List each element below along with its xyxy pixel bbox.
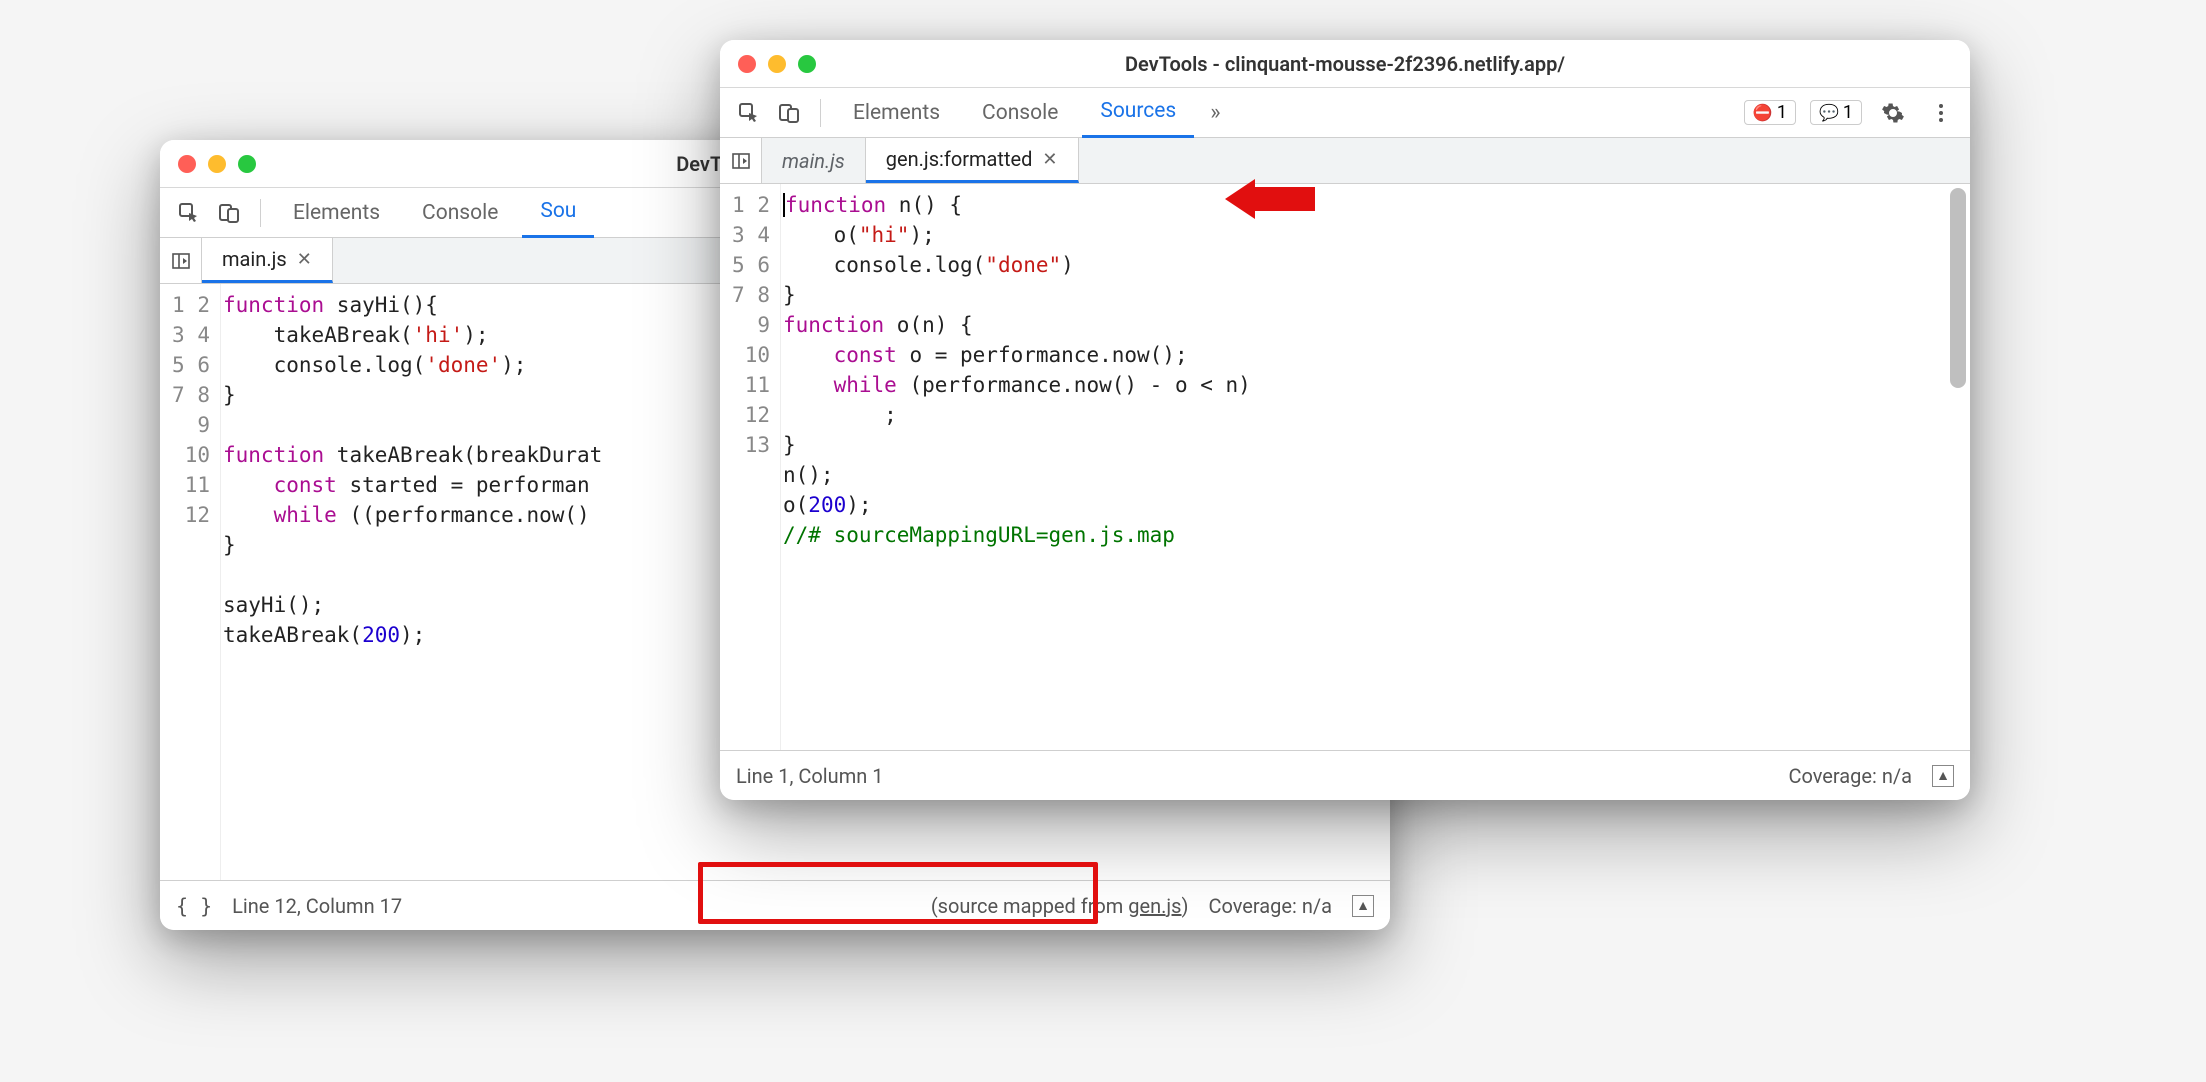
close-window-icon[interactable] [178, 155, 196, 173]
devtools-window-front: DevTools - clinquant-mousse-2f2396.netli… [720, 40, 1970, 800]
minimize-window-icon[interactable] [768, 55, 786, 73]
more-tabs-icon[interactable]: » [1200, 88, 1230, 138]
cursor-position: Line 1, Column 1 [736, 764, 883, 788]
file-tab-main-js[interactable]: main.js [762, 138, 866, 183]
window-controls [178, 155, 256, 173]
drawer-toggle-icon[interactable]: ▲ [1352, 895, 1374, 917]
devtools-toolbar: Elements Console Sources » ⛔ 1 💬 1 [720, 88, 1970, 138]
file-tab-label: main.js [222, 247, 287, 271]
gear-icon[interactable] [1876, 96, 1910, 130]
minimize-window-icon[interactable] [208, 155, 226, 173]
toolbar-separator [260, 199, 261, 227]
tab-elements[interactable]: Elements [275, 188, 398, 238]
device-mode-icon[interactable] [772, 96, 806, 130]
line-gutter: 1 2 3 4 5 6 7 8 9 10 11 12 13 [720, 184, 780, 750]
line-gutter: 1 2 3 4 5 6 7 8 9 10 11 12 [160, 284, 220, 880]
window-title: DevTools - clinquant-mousse-2f2396.netli… [720, 52, 1970, 76]
tab-sources[interactable]: Sources [1082, 88, 1194, 138]
maximize-window-icon[interactable] [238, 155, 256, 173]
device-mode-icon[interactable] [212, 196, 246, 230]
file-tab-label: main.js [782, 149, 845, 173]
issues-icon: 💬 [1819, 103, 1839, 122]
file-tab-label: gen.js:formatted [886, 147, 1033, 171]
close-window-icon[interactable] [738, 55, 756, 73]
error-count: 1 [1777, 102, 1787, 123]
scrollbar-thumb[interactable] [1950, 188, 1966, 388]
maximize-window-icon[interactable] [798, 55, 816, 73]
tab-sources[interactable]: Sou [522, 188, 594, 238]
statusbar: Line 1, Column 1 Coverage: n/a ▲ [720, 750, 1970, 800]
file-tabstrip: main.js gen.js:formatted ✕ [720, 138, 1970, 184]
file-tab-main-js[interactable]: main.js ✕ [202, 238, 333, 283]
coverage-label: Coverage: n/a [1788, 764, 1912, 788]
kebab-menu-icon[interactable] [1924, 96, 1958, 130]
file-tab-gen-js-formatted[interactable]: gen.js:formatted ✕ [866, 138, 1079, 183]
titlebar: DevTools - clinquant-mousse-2f2396.netli… [720, 40, 1970, 88]
source-map-link[interactable]: gen.js [1128, 894, 1181, 918]
code-content[interactable]: function n() { o("hi"); console.log("don… [780, 184, 1970, 750]
tab-elements[interactable]: Elements [835, 88, 958, 138]
error-count-badge[interactable]: ⛔ 1 [1744, 100, 1796, 125]
pretty-print-icon[interactable]: { } [176, 894, 212, 918]
tab-console[interactable]: Console [964, 88, 1076, 138]
issues-count: 1 [1843, 102, 1853, 123]
inspect-icon[interactable] [172, 196, 206, 230]
source-mapped-label: (source mapped from gen.js) [931, 894, 1189, 918]
statusbar: { } Line 12, Column 17 (source mapped fr… [160, 880, 1390, 930]
error-icon: ⛔ [1753, 103, 1773, 122]
window-controls [738, 55, 816, 73]
navigator-toggle-icon[interactable] [160, 238, 202, 283]
tab-console[interactable]: Console [404, 188, 516, 238]
inspect-icon[interactable] [732, 96, 766, 130]
toolbar-separator [820, 99, 821, 127]
cursor-position: Line 12, Column 17 [232, 894, 402, 918]
drawer-toggle-icon[interactable]: ▲ [1932, 765, 1954, 787]
coverage-label: Coverage: n/a [1208, 894, 1332, 918]
issues-count-badge[interactable]: 💬 1 [1810, 100, 1862, 125]
close-tab-icon[interactable]: ✕ [1042, 149, 1057, 170]
code-editor[interactable]: 1 2 3 4 5 6 7 8 9 10 11 12 13 function n… [720, 184, 1970, 750]
close-tab-icon[interactable]: ✕ [297, 249, 312, 270]
navigator-toggle-icon[interactable] [720, 138, 762, 183]
